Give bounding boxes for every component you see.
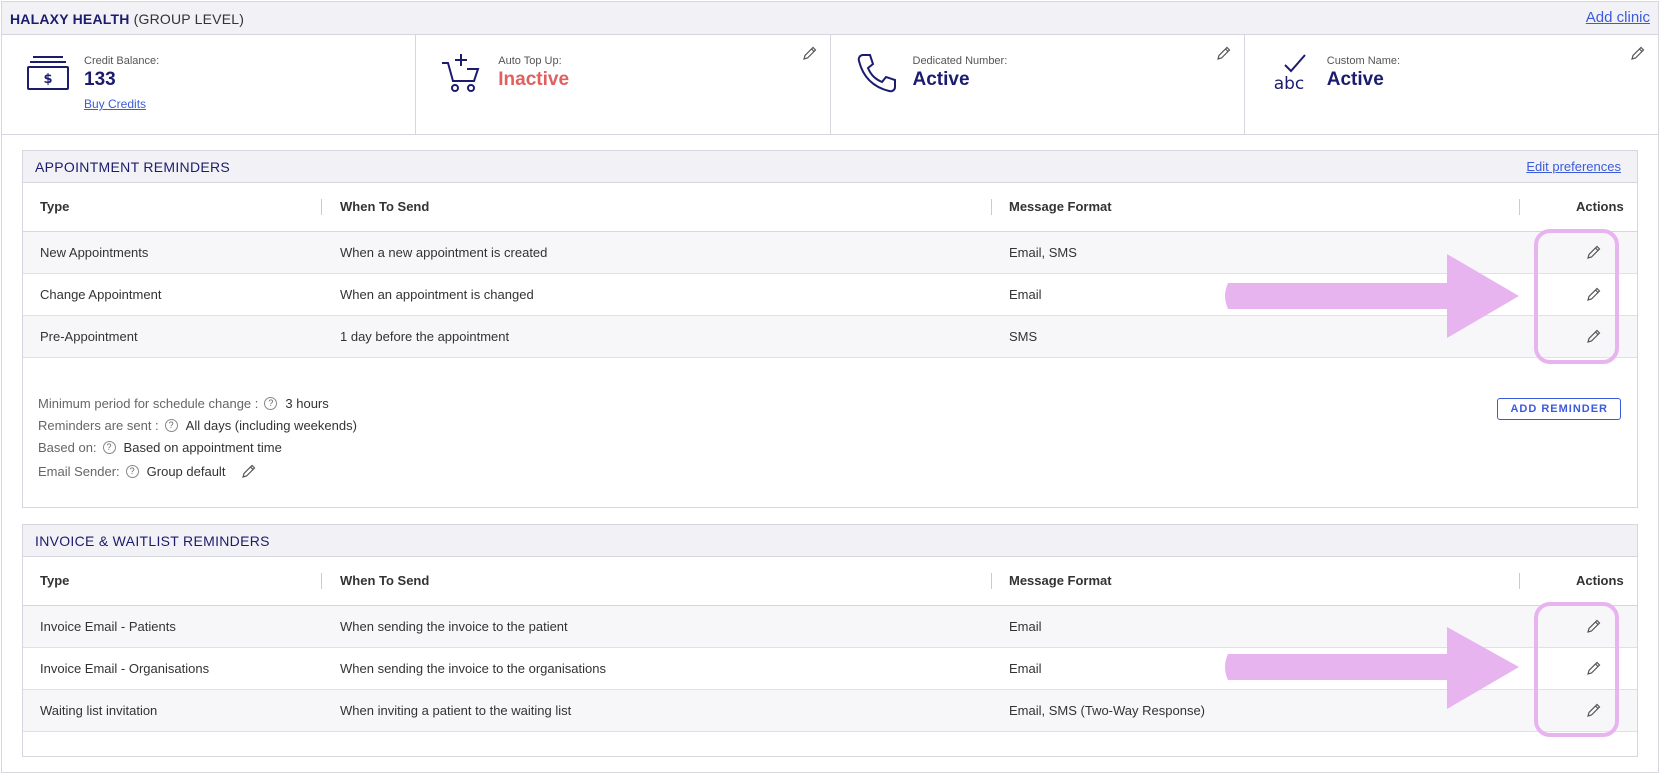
top-bar: HALAXY HEALTH (GROUP LEVEL) Add clinic [2,2,1658,35]
cell-type: Invoice Email - Patients [40,619,176,634]
table-row: Invoice Email - Patients When sending th… [23,606,1637,648]
column-when-to-send: When To Send [340,573,430,588]
cell-format: Email [1009,287,1042,302]
column-message-format: Message Format [1009,573,1112,588]
help-icon[interactable]: ? [264,397,278,410]
edit-pencil-icon[interactable] [802,45,818,61]
cell-when: When sending the invoice to the patient [340,619,568,634]
stat-credit-balance: $ Credit Balance: 133 Buy Credits [2,35,417,134]
table-header: Type When To Send Message Format Actions [23,557,1637,606]
edit-pencil-icon[interactable] [1586,286,1602,302]
stat-dedicated-number: Dedicated Number: Active [831,35,1245,134]
table-row: Invoice Email - Organisations When sendi… [23,648,1637,690]
cell-type: Change Appointment [40,287,162,302]
cell-when: When a new appointment is created [340,245,548,260]
svg-text:$: $ [43,72,52,87]
reminder-settings: Minimum period for schedule change : ? 3… [23,358,1637,508]
auto-top-up-label: Auto Top Up: [498,55,562,67]
column-actions: Actions [1576,199,1624,214]
cell-when: When an appointment is changed [340,287,534,302]
stat-custom-name: abc Custom Name: Active [1245,35,1658,134]
custom-name-label: Custom Name: [1326,55,1401,67]
org-level: (GROUP LEVEL) [133,11,245,27]
dedicated-number-label: Dedicated Number: [912,55,1008,67]
edit-pencil-icon[interactable] [1216,45,1232,61]
add-clinic-link[interactable]: Add clinic [1586,9,1650,26]
help-icon[interactable]: ? [125,464,139,478]
dollar-bills-icon: $ [27,56,69,90]
phone-icon [857,54,896,93]
svg-text:abc: abc [1273,74,1304,94]
edit-preferences-link[interactable]: Edit preferences [1526,159,1621,174]
buy-credits-link[interactable]: Buy Credits [84,97,146,111]
dedicated-number-value: Active [912,69,970,90]
cart-plus-icon [442,54,480,92]
cell-type: Waiting list invitation [40,703,158,718]
cell-format: Email, SMS [1009,245,1077,260]
setting-based-on: Based on: ? Based on appointment time [38,440,282,455]
help-icon[interactable]: ? [164,419,178,432]
section-header: INVOICE & WAITLIST REMINDERS [23,525,1637,557]
section-title: APPOINTMENT REMINDERS [35,159,231,175]
setting-value: Group default [146,463,226,479]
setting-value: Based on appointment time [123,440,282,455]
table-row: Pre-Appointment 1 day before the appoint… [23,316,1637,358]
column-type: Type [40,573,70,588]
add-reminder-button[interactable]: ADD REMINDER [1497,398,1621,420]
invoice-waitlist-section: INVOICE & WAITLIST REMINDERS Type When T… [22,524,1638,757]
appointment-reminders-section: APPOINTMENT REMINDERS Edit preferences T… [22,150,1638,508]
table-row: Waiting list invitation When inviting a … [23,690,1637,732]
setting-label: Email Sender: [38,463,120,479]
edit-pencil-icon[interactable] [1586,244,1602,260]
table-row: Change Appointment When an appointment i… [23,274,1637,316]
cell-type: Pre-Appointment [40,329,138,344]
column-message-format: Message Format [1009,199,1112,214]
cell-when: When inviting a patient to the waiting l… [340,703,572,718]
page-title: HALAXY HEALTH (GROUP LEVEL) [10,11,244,27]
table-header: Type When To Send Message Format Actions [23,183,1637,232]
edit-pencil-icon[interactable] [1630,45,1646,61]
auto-top-up-value: Inactive [498,69,570,90]
cell-when: 1 day before the appointment [340,329,510,344]
cell-type: Invoice Email - Organisations [40,661,210,676]
cell-format: SMS [1009,329,1038,344]
setting-min-period: Minimum period for schedule change : ? 3… [38,396,329,411]
edit-pencil-icon[interactable] [1586,660,1602,676]
org-name: HALAXY HEALTH [10,11,130,27]
stats-row: $ Credit Balance: 133 Buy Credits Auto T… [2,35,1658,135]
setting-reminders-sent: Reminders are sent : ? All days (includi… [38,418,357,433]
custom-name-value: Active [1326,69,1384,90]
edit-pencil-icon[interactable] [241,463,257,479]
credit-balance-value: 133 [84,69,116,90]
setting-label: Reminders are sent : [38,418,159,433]
setting-value: All days (including weekends) [185,418,357,433]
column-when-to-send: When To Send [340,199,430,214]
edit-pencil-icon[interactable] [1586,328,1602,344]
cell-type: New Appointments [40,245,149,260]
stat-auto-top-up: Auto Top Up: Inactive [416,35,831,134]
column-type: Type [40,199,70,214]
section-header: APPOINTMENT REMINDERS Edit preferences [23,151,1637,183]
column-actions: Actions [1576,573,1624,588]
cell-when: When sending the invoice to the organisa… [340,661,606,676]
cell-format: Email [1009,619,1042,634]
abc-check-icon: abc [1273,54,1306,94]
setting-value: 3 hours [285,396,329,411]
table-row: New Appointments When a new appointment … [23,232,1637,274]
setting-label: Based on: [38,440,97,455]
setting-email-sender: Email Sender: ? Group default [38,463,257,479]
section-title: INVOICE & WAITLIST REMINDERS [35,533,270,549]
cell-format: Email, SMS (Two-Way Response) [1009,703,1206,718]
edit-pencil-icon[interactable] [1586,618,1602,634]
edit-pencil-icon[interactable] [1586,702,1602,718]
cell-format: Email [1009,661,1042,676]
help-icon[interactable]: ? [102,441,116,454]
credit-balance-label: Credit Balance: [84,55,160,67]
setting-label: Minimum period for schedule change : [38,396,259,411]
